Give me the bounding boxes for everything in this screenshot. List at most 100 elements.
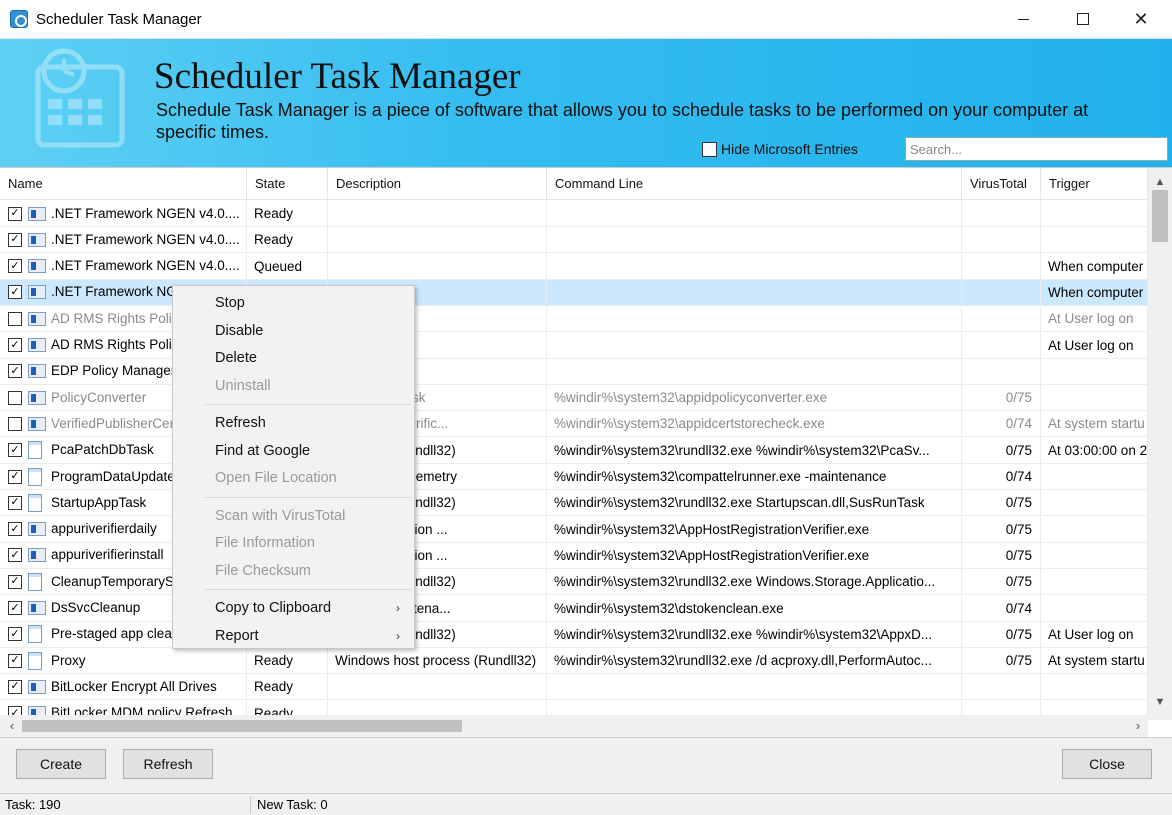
cell-description [328, 253, 547, 280]
refresh-button[interactable]: Refresh [123, 749, 213, 779]
status-bar: Task: 190 New Task: 0 [0, 793, 1172, 815]
cell-virustotal: 0/75 [962, 516, 1041, 543]
cell-trigger: At system startu [1041, 648, 1148, 675]
search-input[interactable] [905, 137, 1168, 161]
row-checkbox[interactable]: ✓ [8, 627, 22, 642]
create-button[interactable]: Create [16, 749, 106, 779]
scroll-up-icon[interactable]: ▲ [1148, 172, 1172, 192]
task-icon [28, 259, 46, 274]
scroll-down-icon[interactable]: ▼ [1148, 692, 1172, 712]
doc-icon [28, 572, 42, 591]
cell-state: Ready [247, 674, 328, 701]
cell-command-line: %windir%\system32\compattelrunner.exe -m… [547, 464, 962, 490]
menu-item-report[interactable]: Report › [173, 623, 414, 649]
cell-state: Ready [247, 227, 328, 254]
task-icon [28, 390, 46, 405]
row-checkbox[interactable]: ✓ [8, 443, 22, 458]
scroll-left-icon[interactable]: ‹ [2, 715, 22, 737]
row-checkbox[interactable]: ✓ [8, 338, 22, 352]
doc-icon [28, 651, 42, 670]
row-checkbox[interactable]: ✓ [8, 522, 22, 537]
row-checkbox[interactable]: ✓ [8, 469, 22, 484]
maximize-button[interactable] [1056, 0, 1110, 38]
column-header-description[interactable]: Description [328, 168, 547, 200]
close-window-button[interactable]: ✕ [1114, 0, 1168, 38]
hide-microsoft-entries-checkbox[interactable]: Hide Microsoft Entries [702, 141, 858, 157]
task-name: PolicyConverter [51, 389, 147, 405]
app-icon [10, 10, 28, 28]
cell-description [328, 674, 547, 701]
menu-separator [205, 496, 411, 498]
horizontal-scrollbar[interactable]: ‹ › [0, 715, 1148, 737]
cell-virustotal [962, 306, 1041, 333]
task-icon [28, 416, 46, 431]
horizontal-scroll-thumb[interactable] [22, 720, 462, 732]
task-icon [28, 285, 46, 300]
task-count: Task: 190 [5, 797, 61, 812]
cell-state: Queued [247, 253, 328, 280]
menu-item-label: Scan with VirusTotal [215, 507, 346, 524]
column-header-state[interactable]: State [247, 168, 328, 200]
cell-command-line [547, 332, 962, 359]
cell-virustotal: 0/74 [962, 411, 1041, 438]
row-checkbox[interactable]: ✓ [8, 206, 22, 221]
cell-trigger [1041, 674, 1148, 701]
row-checkbox[interactable]: ✓ [8, 232, 22, 247]
menu-item-label: File Checksum [215, 562, 311, 579]
column-header-name[interactable]: Name [0, 168, 247, 200]
row-checkbox[interactable] [8, 311, 22, 326]
table-row[interactable]: ✓ BitLocker Encrypt All Drives Ready [0, 674, 1148, 701]
menu-item-stop[interactable]: Stop [173, 290, 414, 316]
minimize-button[interactable] [996, 0, 1050, 38]
hide-microsoft-entries-label: Hide Microsoft Entries [721, 141, 858, 157]
menu-item-uninstall: Uninstall [173, 373, 414, 399]
task-name: appuriverifierdaily [51, 521, 157, 537]
table-row[interactable]: ✓ .NET Framework NGEN v4.0.... Ready [0, 227, 1148, 254]
vertical-scroll-thumb[interactable] [1152, 190, 1168, 242]
table-row[interactable]: ✓ .NET Framework NGEN v4.0.... Queued When … [0, 253, 1148, 280]
close-button[interactable]: Close [1062, 749, 1152, 779]
task-name: StartupAppTask [51, 494, 147, 510]
window-title: Scheduler Task Manager [36, 11, 202, 28]
close-icon: ✕ [1133, 8, 1149, 29]
cell-virustotal [962, 674, 1041, 701]
menu-item-refresh[interactable]: Refresh [173, 410, 414, 436]
cell-virustotal [962, 227, 1041, 254]
cell-name: ✓ Proxy [0, 648, 247, 675]
row-checkbox[interactable]: ✓ [8, 495, 22, 510]
column-header-command-line[interactable]: Command Line [547, 168, 962, 200]
menu-item-delete[interactable]: Delete [173, 345, 414, 371]
menu-item-find-at-google[interactable]: Find at Google [173, 438, 414, 464]
row-checkbox[interactable] [8, 416, 22, 431]
table-row[interactable]: ✓ .NET Framework NGEN v4.0.... Ready [0, 201, 1148, 227]
row-checkbox[interactable]: ✓ [8, 548, 22, 563]
cell-trigger: At User log on [1041, 306, 1148, 333]
cell-command-line: %windir%\system32\rundll32.exe Windows.S… [547, 569, 962, 596]
column-header-trigger[interactable]: Trigger [1041, 168, 1148, 200]
cell-trigger [1041, 595, 1148, 622]
row-checkbox[interactable]: ✓ [8, 574, 22, 589]
column-header-virustotal[interactable]: VirusTotal [962, 168, 1041, 200]
cell-trigger [1041, 358, 1148, 385]
row-checkbox[interactable]: ✓ [8, 679, 22, 694]
doc-icon [28, 441, 42, 460]
doc-icon [28, 625, 42, 644]
menu-item-label: Disable [215, 322, 264, 339]
cell-trigger: At 03:00:00 on 2 [1041, 437, 1148, 464]
cell-trigger [1041, 516, 1148, 543]
row-checkbox[interactable]: ✓ [8, 364, 22, 379]
chevron-right-icon: › [396, 628, 400, 643]
cell-trigger [1041, 464, 1148, 490]
vertical-scrollbar[interactable]: ▲ ▼ [1148, 168, 1172, 720]
row-checkbox[interactable]: ✓ [8, 653, 22, 668]
menu-item-copy-to-clipboard[interactable]: Copy to Clipboard › [173, 595, 414, 621]
scroll-right-icon[interactable]: › [1128, 715, 1148, 737]
table-row[interactable]: ✓ Proxy Ready Windows host process (Rundll3… [0, 648, 1148, 675]
row-checkbox[interactable]: ✓ [8, 285, 22, 300]
menu-item-disable[interactable]: Disable [173, 318, 414, 344]
row-checkbox[interactable]: ✓ [8, 601, 22, 615]
row-checkbox[interactable] [8, 390, 22, 405]
cell-trigger [1041, 490, 1148, 517]
checkbox-box[interactable] [702, 141, 717, 157]
row-checkbox[interactable]: ✓ [8, 259, 22, 274]
